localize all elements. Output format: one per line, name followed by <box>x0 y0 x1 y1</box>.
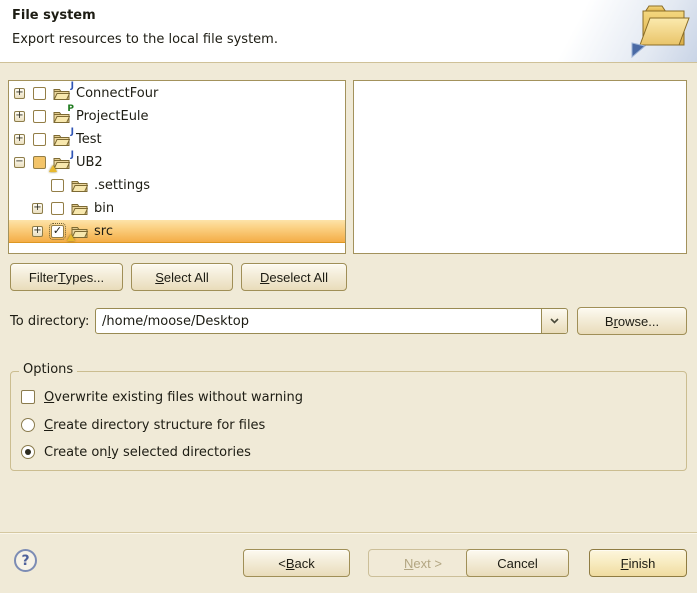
button-label: Filter <box>29 270 58 285</box>
back-button[interactable]: < Back <box>243 549 350 577</box>
tree-item-label: ProjectEule <box>76 109 149 124</box>
java-decorator: J <box>71 151 74 160</box>
button-label: ext > <box>413 556 442 571</box>
file-list-panel[interactable] <box>353 80 687 254</box>
button-label: elect All <box>164 270 209 285</box>
button-mnemonic: F <box>621 556 629 571</box>
next-button: Next > <box>368 549 478 577</box>
option-label-text: verwrite existing files without warning <box>54 390 303 405</box>
export-wizard-dialog: File system Export resources to the loca… <box>0 0 697 593</box>
option-mnemonic: O <box>44 390 54 405</box>
folder-icon <box>71 201 89 216</box>
button-mnemonic: N <box>404 556 413 571</box>
tree-item-settings[interactable]: .settings <box>9 174 345 197</box>
to-directory-label: To directory: <box>10 314 89 329</box>
option-label: Create directory structure for files <box>44 418 265 433</box>
option-label-text: Create on <box>44 445 108 460</box>
button-label: eselect All <box>269 270 328 285</box>
warning-decorator-icon <box>49 165 57 172</box>
option-mnemonic: C <box>44 418 53 433</box>
item-checkbox[interactable] <box>33 110 46 123</box>
tree-item-label: UB2 <box>76 155 103 170</box>
option-label: Overwrite existing files without warning <box>44 390 303 405</box>
tree-item-projecteule[interactable]: P ProjectEule <box>9 105 345 128</box>
item-checkbox[interactable] <box>51 179 64 192</box>
wizard-banner: File system Export resources to the loca… <box>0 0 697 63</box>
options-group: Options Overwrite existing files without… <box>10 371 687 471</box>
chevron-down-icon <box>550 318 559 324</box>
button-label: < <box>278 556 286 571</box>
deselect-all-button[interactable]: Deselect All <box>241 263 347 291</box>
tree-item-label: Test <box>76 132 102 147</box>
folder-icon <box>71 224 89 239</box>
directory-input[interactable] <box>96 309 541 333</box>
button-label: ack <box>295 556 315 571</box>
java-project-folder-icon: J <box>53 132 71 147</box>
button-label: B <box>605 314 614 329</box>
tree-item-bin[interactable]: bin <box>9 197 345 220</box>
button-label: owse... <box>618 314 659 329</box>
expand-icon[interactable] <box>32 226 43 237</box>
button-mnemonic: D <box>260 270 269 285</box>
footer-separator-highlight <box>0 533 697 534</box>
option-label-text: reate directory structure for files <box>53 418 265 433</box>
select-all-button[interactable]: Select All <box>131 263 233 291</box>
create-only-selected-radio[interactable] <box>21 445 35 459</box>
button-mnemonic: S <box>155 270 164 285</box>
java-project-folder-icon: J <box>53 86 71 101</box>
item-checkbox[interactable] <box>33 87 46 100</box>
java-decorator: J <box>71 128 74 137</box>
item-checkbox[interactable] <box>51 225 64 238</box>
options-legend: Options <box>19 362 77 377</box>
button-mnemonic: T <box>58 270 66 285</box>
export-folder-icon <box>624 1 692 65</box>
combo-dropdown-button[interactable] <box>541 309 567 333</box>
item-checkbox[interactable] <box>51 202 64 215</box>
tree-item-test[interactable]: J Test <box>9 128 345 151</box>
button-label: ypes... <box>66 270 104 285</box>
tree-item-label: ConnectFour <box>76 86 158 101</box>
tree-item-label: .settings <box>94 178 150 193</box>
tree-item-label: src <box>94 224 113 239</box>
option-label-text: y selected directories <box>111 445 251 460</box>
project-folder-icon: P <box>53 109 71 124</box>
expand-icon[interactable] <box>14 111 25 122</box>
create-only-selected-option[interactable]: Create only selected directories <box>21 444 251 460</box>
option-label: Create only selected directories <box>44 445 251 460</box>
cancel-button[interactable]: Cancel <box>466 549 569 577</box>
filter-types-button[interactable]: Filter Types... <box>10 263 123 291</box>
button-mnemonic: B <box>286 556 295 571</box>
question-mark-icon: ? <box>21 553 29 569</box>
tree-item-ub2[interactable]: J UB2 <box>9 151 345 174</box>
warning-decorator-icon <box>67 234 75 241</box>
button-label: Cancel <box>497 556 537 571</box>
finish-button[interactable]: Finish <box>589 549 687 577</box>
tree-item-src[interactable]: src <box>9 220 345 243</box>
overwrite-checkbox[interactable] <box>21 390 35 404</box>
browse-button[interactable]: Browse... <box>577 307 687 335</box>
item-checkbox[interactable] <box>33 156 46 169</box>
page-title: File system <box>12 8 96 23</box>
tree-item-connectfour[interactable]: J ConnectFour <box>9 82 345 105</box>
button-label: inish <box>629 556 656 571</box>
directory-combo[interactable] <box>95 308 568 334</box>
collapse-icon[interactable] <box>14 157 25 168</box>
folder-icon <box>71 178 89 193</box>
tree-item-label: bin <box>94 201 114 216</box>
page-subtitle: Export resources to the local file syste… <box>12 32 278 47</box>
java-decorator: J <box>71 82 74 91</box>
help-button[interactable]: ? <box>14 549 37 572</box>
create-structure-option[interactable]: Create directory structure for files <box>21 417 265 433</box>
project-decorator: P <box>67 105 74 114</box>
overwrite-option[interactable]: Overwrite existing files without warning <box>21 389 303 405</box>
expand-icon[interactable] <box>14 134 25 145</box>
create-structure-radio[interactable] <box>21 418 35 432</box>
item-checkbox[interactable] <box>33 133 46 146</box>
expand-icon[interactable] <box>14 88 25 99</box>
expand-icon[interactable] <box>32 203 43 214</box>
resource-tree[interactable]: J ConnectFour P ProjectEule J Test <box>8 80 346 254</box>
java-project-folder-icon: J <box>53 155 71 170</box>
